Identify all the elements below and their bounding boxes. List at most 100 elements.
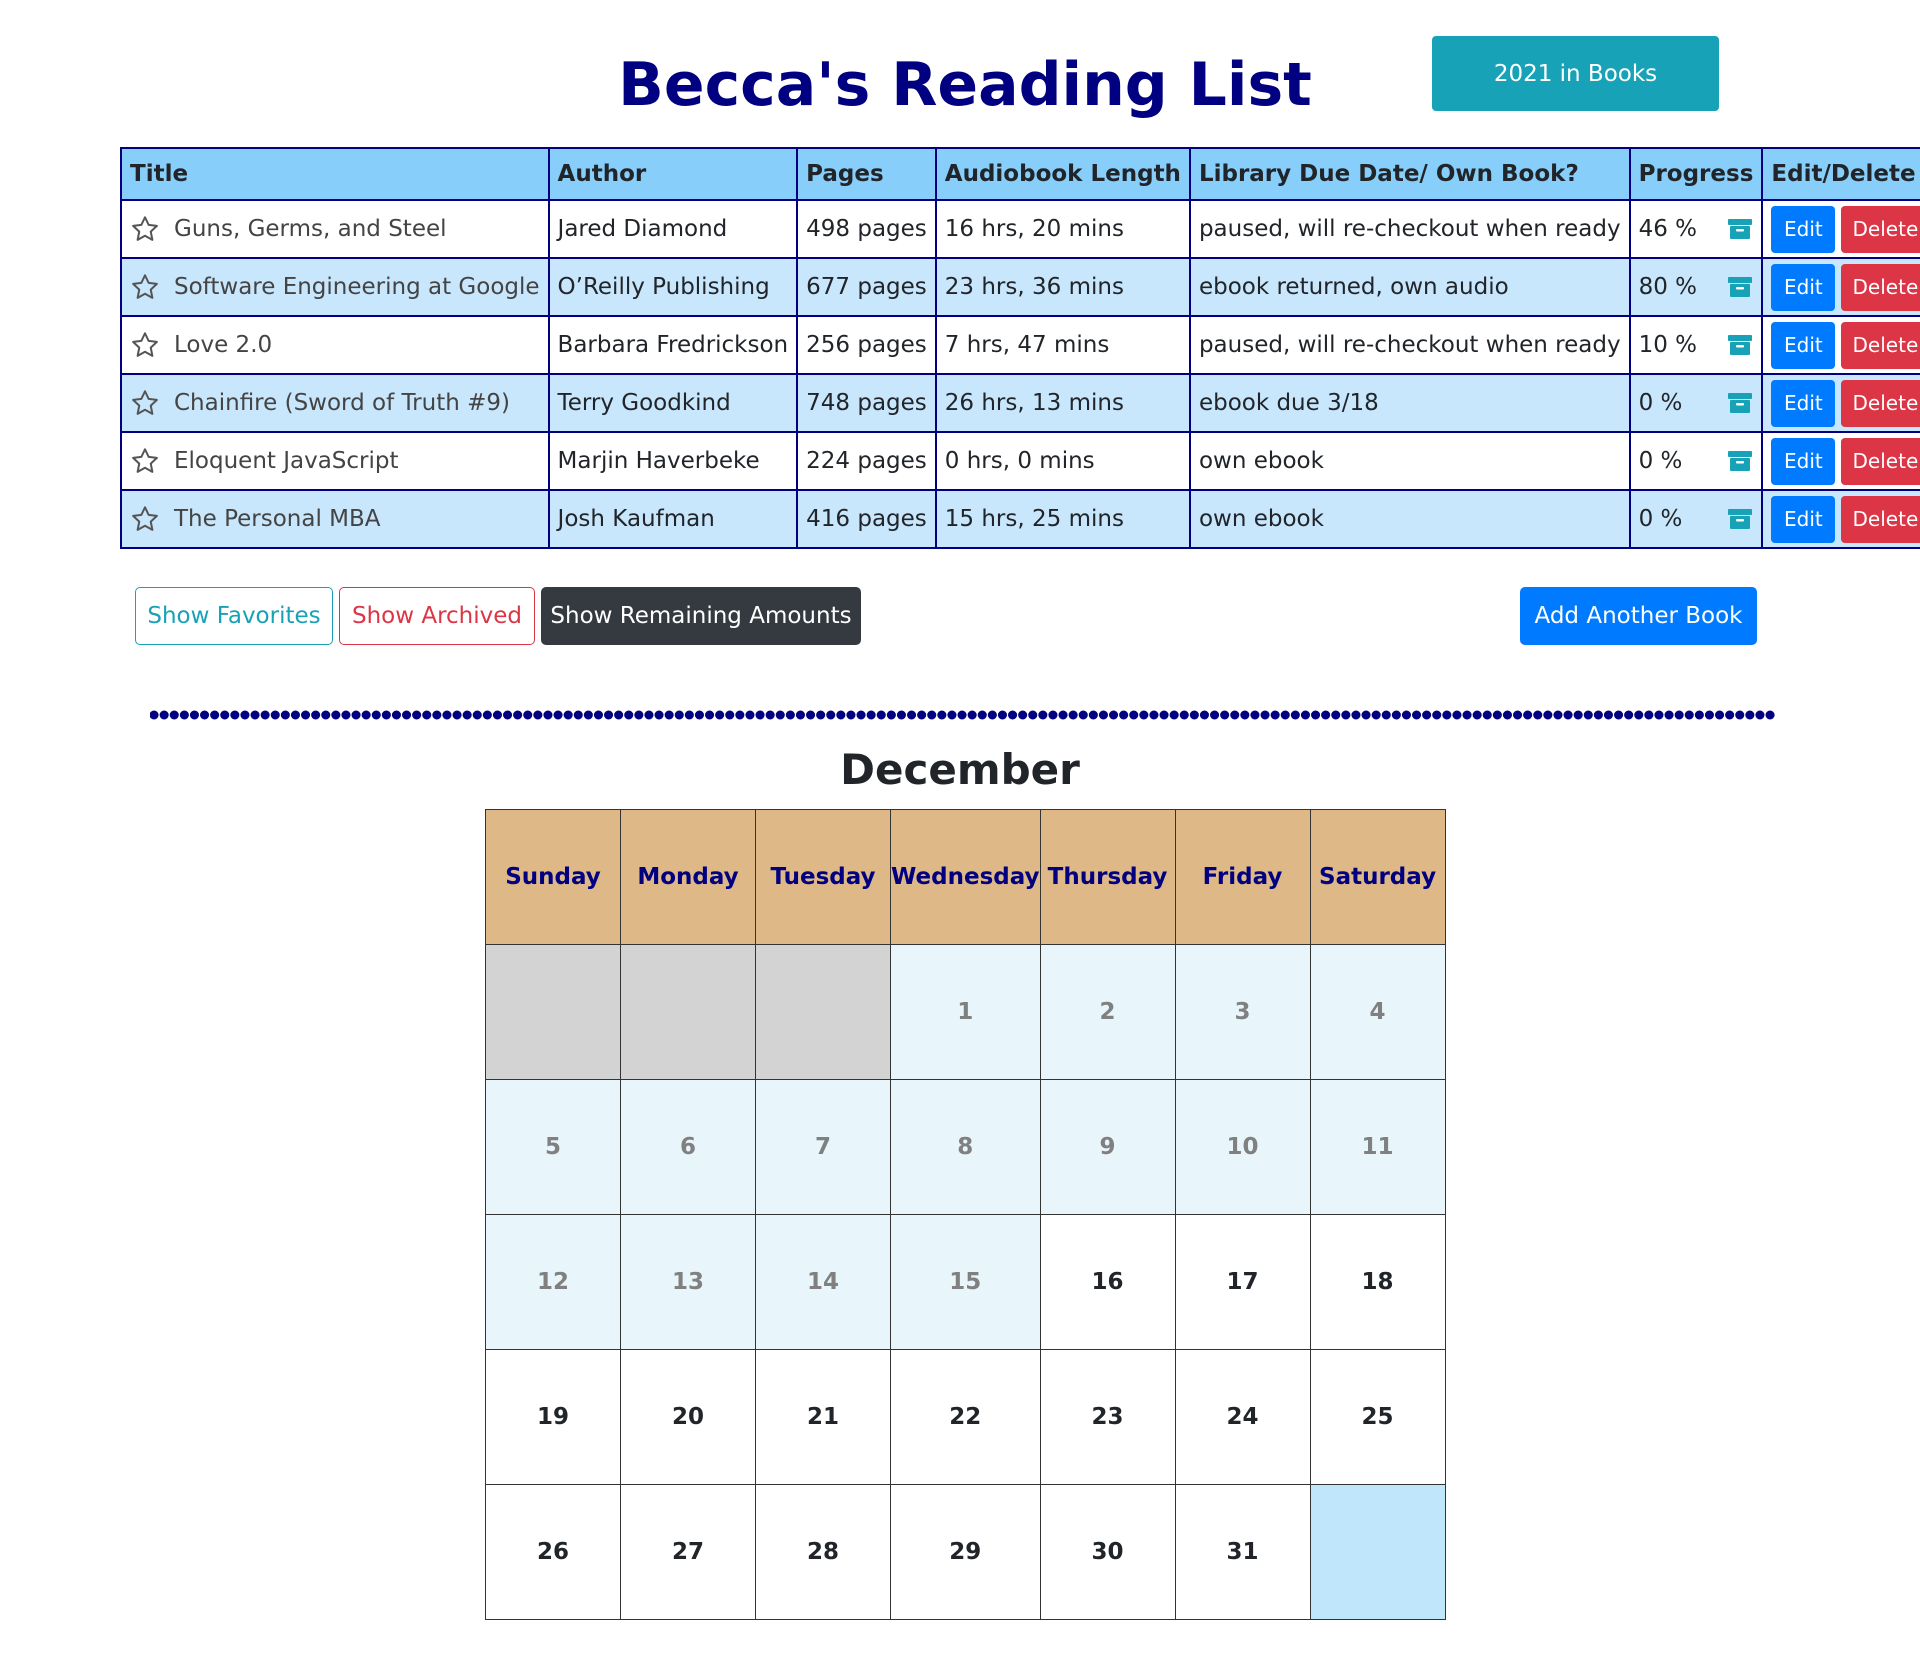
archive-icon[interactable]	[1727, 275, 1753, 299]
favorite-star-icon[interactable]	[130, 388, 160, 418]
progress-cell: 0 %	[1628, 489, 1764, 549]
author-cell: Marjin Haverbeke	[547, 431, 799, 491]
edit-button[interactable]: Edit	[1771, 321, 1836, 369]
calendar-empty-cell	[485, 944, 621, 1080]
delete-button[interactable]: Delete	[1841, 379, 1920, 427]
delete-button[interactable]: Delete	[1841, 437, 1920, 485]
progress-cell: 80 %	[1628, 257, 1764, 317]
show-favorites-button[interactable]: Show Favorites	[135, 587, 333, 645]
show-archived-button[interactable]: Show Archived	[339, 587, 535, 645]
edit-button[interactable]: Edit	[1771, 495, 1836, 543]
favorite-star-icon[interactable]	[130, 214, 160, 244]
edit-button[interactable]: Edit	[1771, 263, 1836, 311]
delete-button[interactable]: Delete	[1841, 495, 1920, 543]
calendar-day[interactable]: 23	[1039, 1349, 1176, 1485]
title-cell: Love 2.0	[120, 315, 550, 375]
delete-button[interactable]: Delete	[1841, 205, 1920, 253]
calendar-day[interactable]: 10	[1174, 1079, 1311, 1215]
calendar-day[interactable]: 29	[890, 1484, 1041, 1620]
archive-icon[interactable]	[1727, 333, 1753, 357]
add-another-book-button[interactable]: Add Another Book	[1520, 587, 1757, 645]
audiobook-length-cell: 16 hrs, 20 mins	[934, 199, 1191, 259]
calendar-day[interactable]: 16	[1039, 1214, 1176, 1350]
table-row: The Personal MBA Josh Kaufman 416 pages 15 …	[120, 489, 1920, 549]
archive-icon[interactable]	[1727, 391, 1753, 415]
pages-cell: 677 pages	[796, 257, 937, 317]
archive-icon[interactable]	[1727, 217, 1753, 241]
edit-delete-cell: Edit Delete	[1761, 373, 1920, 433]
calendar-day[interactable]: 15	[890, 1214, 1041, 1350]
pages-cell: 224 pages	[796, 431, 937, 491]
calendar-day[interactable]: 27	[620, 1484, 756, 1620]
calendar-week-row: 1234	[485, 944, 1446, 1080]
calendar-day[interactable]: 6	[620, 1079, 756, 1215]
calendar-day[interactable]: 8	[890, 1079, 1041, 1215]
calendar-day[interactable]: 7	[755, 1079, 891, 1215]
author-cell: Jared Diamond	[547, 199, 799, 259]
favorite-star-icon[interactable]	[130, 446, 160, 476]
calendar-day[interactable]: 26	[485, 1484, 621, 1620]
title-cell: Chainfire (Sword of Truth #9)	[120, 373, 550, 433]
calendar-day[interactable]: 4	[1309, 944, 1446, 1080]
audiobook-length-cell: 23 hrs, 36 mins	[934, 257, 1191, 317]
edit-button[interactable]: Edit	[1771, 437, 1836, 485]
calendar-day[interactable]: 17	[1174, 1214, 1311, 1350]
due-date-cell: ebook due 3/18	[1188, 373, 1631, 433]
archive-icon[interactable]	[1727, 449, 1753, 473]
calendar-day[interactable]: 1	[890, 944, 1041, 1080]
favorite-star-icon[interactable]	[130, 330, 160, 360]
calendar-day[interactable]: 12	[485, 1214, 621, 1350]
column-header-edit-delete: Edit/Delete	[1761, 147, 1920, 201]
table-row: Chainfire (Sword of Truth #9) Terry Goodk…	[120, 373, 1920, 433]
column-header-progress: Progress	[1628, 147, 1764, 201]
progress-cell: 10 %	[1628, 315, 1764, 375]
calendar-day[interactable]: 22	[890, 1349, 1041, 1485]
calendar-day[interactable]: 11	[1309, 1079, 1446, 1215]
calendar-day[interactable]: 14	[755, 1214, 891, 1350]
calendar-day[interactable]: 20	[620, 1349, 756, 1485]
calendar-day[interactable]: 18	[1309, 1214, 1446, 1350]
edit-button[interactable]: Edit	[1771, 379, 1836, 427]
calendar-day[interactable]: 2	[1039, 944, 1176, 1080]
calendar-day[interactable]: 13	[620, 1214, 756, 1350]
table-header-row: Title Author Pages Audiobook Length Libr…	[120, 147, 1920, 201]
page-title: Becca's Reading List	[618, 50, 1312, 120]
due-date-cell: own ebook	[1188, 489, 1631, 549]
weekday-header-row: Sunday Monday Tuesday Wednesday Thursday Frid…	[485, 809, 1446, 945]
calendar-day[interactable]: 30	[1039, 1484, 1176, 1620]
audiobook-length-cell: 0 hrs, 0 mins	[934, 431, 1191, 491]
pages-cell: 416 pages	[796, 489, 937, 549]
table-row: Eloquent JavaScript Marjin Haverbeke 224 p…	[120, 431, 1920, 491]
delete-button[interactable]: Delete	[1841, 321, 1920, 369]
favorite-star-icon[interactable]	[130, 272, 160, 302]
progress-cell: 0 %	[1628, 431, 1764, 491]
calendar-week-row: 26 27 28 29 30 31	[485, 1484, 1446, 1620]
due-date-cell: ebook returned, own audio	[1188, 257, 1631, 317]
calendar-day[interactable]: 5	[485, 1079, 621, 1215]
calendar-day[interactable]: 24	[1174, 1349, 1311, 1485]
calendar-day[interactable]: 9	[1039, 1079, 1176, 1215]
weekday-header-wednesday: Wednesday	[890, 809, 1041, 945]
archive-icon[interactable]	[1727, 507, 1753, 531]
weekday-header-monday: Monday	[620, 809, 756, 945]
calendar-day[interactable]: 21	[755, 1349, 891, 1485]
year-in-books-button[interactable]: 2021 in Books	[1432, 36, 1719, 111]
calendar-day[interactable]: 19	[485, 1349, 621, 1485]
calendar-day[interactable]: 3	[1174, 944, 1311, 1080]
page-header: Becca's Reading List 2021 in Books	[0, 36, 1920, 130]
calendar-day[interactable]: 31	[1174, 1484, 1311, 1620]
delete-button[interactable]: Delete	[1841, 263, 1920, 311]
table-body: Guns, Germs, and Steel Jared Diamond 498 p…	[120, 199, 1920, 549]
edit-button[interactable]: Edit	[1771, 205, 1836, 253]
show-remaining-amounts-button[interactable]: Show Remaining Amounts	[541, 587, 861, 645]
favorite-star-icon[interactable]	[130, 504, 160, 534]
due-date-cell: paused, will re-checkout when ready	[1188, 199, 1631, 259]
dotted-divider	[150, 706, 1780, 724]
calendar-day[interactable]: 25	[1309, 1349, 1446, 1485]
calendar-day[interactable]: 28	[755, 1484, 891, 1620]
author-cell: O’Reilly Publishing	[547, 257, 799, 317]
title-cell: Software Engineering at Google	[120, 257, 550, 317]
book-title: The Personal MBA	[174, 506, 381, 532]
action-bar: Show Favorites Show Archived Show Remain…	[135, 587, 1795, 645]
table-row: Love 2.0 Barbara Fredrickson 256 pages 7 hr…	[120, 315, 1920, 375]
